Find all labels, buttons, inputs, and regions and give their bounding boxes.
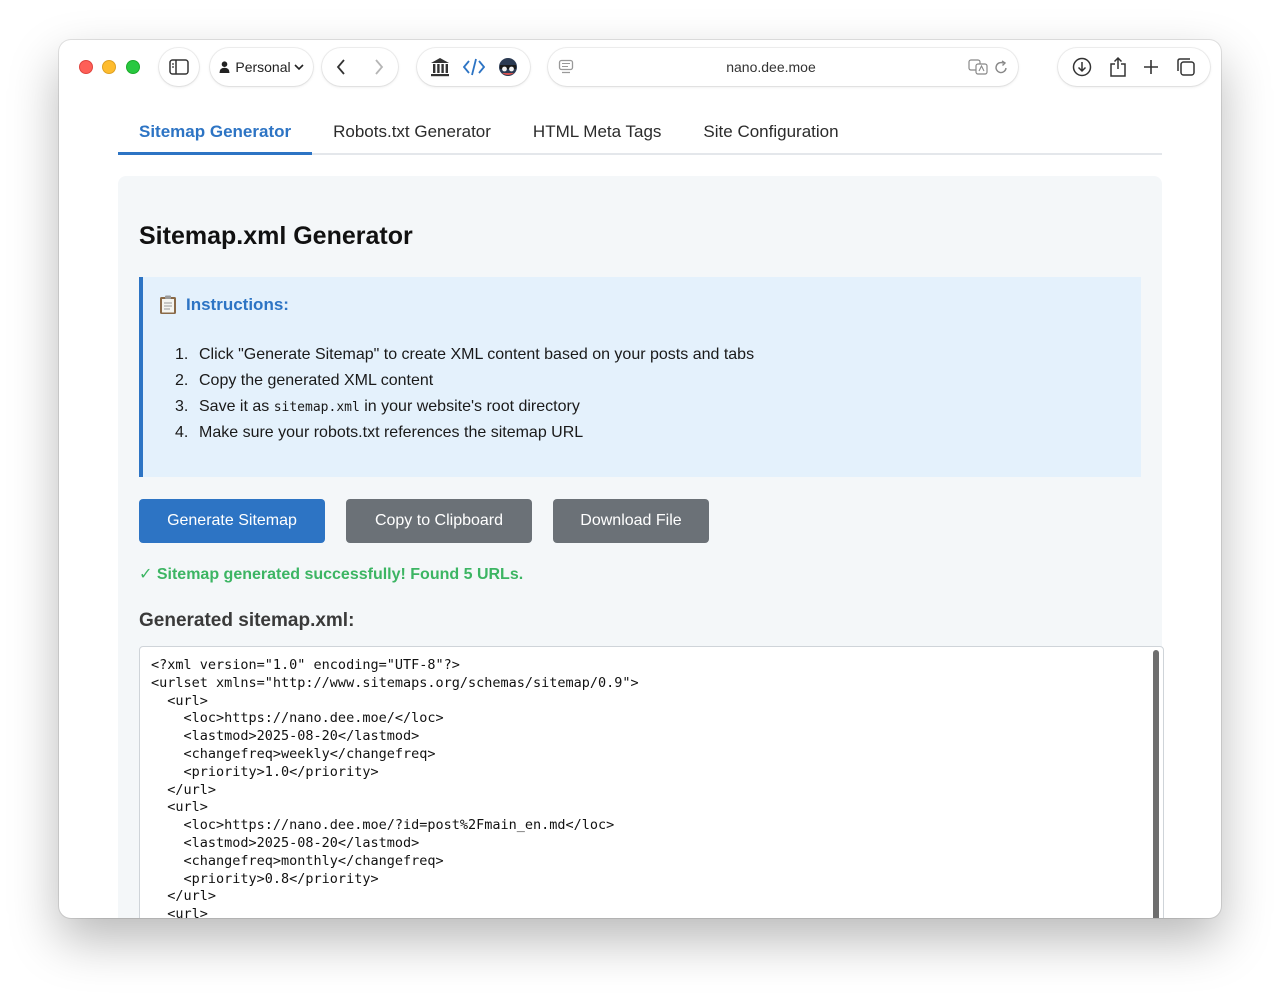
close-window-button[interactable] xyxy=(79,60,93,74)
chevron-down-icon xyxy=(294,63,304,70)
browser-toolbar: Personal nano.dee.moe xyxy=(59,40,1221,98)
tab-robots-txt-generator[interactable]: Robots.txt Generator xyxy=(312,98,512,153)
instructions-heading-text: Instructions: xyxy=(186,295,289,314)
bank-icon xyxy=(430,58,449,77)
profile-menu[interactable]: Personal xyxy=(210,48,313,86)
sidebar-toggle-button[interactable] xyxy=(159,48,199,86)
code-extension-button[interactable] xyxy=(462,58,485,76)
instructions-list: 1. Click "Generate Sitemap" to create XML… xyxy=(175,342,754,446)
instruction-item: 3. Save it as sitemap.xml in your website… xyxy=(175,398,580,415)
share-button[interactable] xyxy=(1109,56,1127,78)
mascot-icon xyxy=(498,58,517,76)
minimize-window-button[interactable] xyxy=(102,60,116,74)
mascot-extension-button[interactable] xyxy=(498,57,518,77)
sitemap-xml-content: <?xml version="1.0" encoding="UTF-8"?> <… xyxy=(151,657,639,918)
new-tab-button[interactable] xyxy=(1143,59,1159,75)
reload-icon[interactable] xyxy=(994,59,1008,75)
browser-actions-group xyxy=(1058,48,1210,86)
chevron-left-icon xyxy=(336,59,345,75)
translate-icon[interactable] xyxy=(968,59,988,75)
zoom-window-button[interactable] xyxy=(126,60,140,74)
generate-sitemap-button[interactable]: Generate Sitemap xyxy=(139,499,325,543)
bank-extension-button[interactable] xyxy=(430,57,450,77)
sitemap-filename-code: sitemap.xml xyxy=(273,400,360,415)
chevron-right-icon xyxy=(375,59,384,75)
navigation-buttons xyxy=(322,48,398,86)
output-label: Generated sitemap.xml: xyxy=(139,610,355,631)
download-file-button[interactable]: Download File xyxy=(553,499,709,543)
tab-sitemap-generator[interactable]: Sitemap Generator xyxy=(118,98,313,155)
panel-title: Sitemap.xml Generator xyxy=(139,222,413,250)
output-scrollbar[interactable] xyxy=(1153,650,1159,918)
page-menu-icon xyxy=(558,59,574,74)
url-text: nano.dee.moe xyxy=(726,59,816,75)
forward-button[interactable] xyxy=(360,59,398,75)
person-icon xyxy=(219,61,230,73)
instructions-box: Instructions: 1. Click "Generate Sitemap"… xyxy=(139,277,1141,477)
copy-to-clipboard-button[interactable]: Copy to Clipboard xyxy=(346,499,532,543)
page-content: Sitemap Generator Robots.txt Generator H… xyxy=(118,98,1164,918)
address-actions xyxy=(968,59,1008,75)
success-message: ✓ Sitemap generated successfully! Found … xyxy=(139,566,524,583)
tab-site-configuration[interactable]: Site Configuration xyxy=(682,98,859,153)
extensions-group xyxy=(417,48,530,86)
sitemap-panel: Sitemap.xml Generator Instructions: 1. Cl… xyxy=(118,176,1164,918)
profile-label: Personal xyxy=(235,59,291,75)
share-icon xyxy=(1110,56,1126,77)
plus-icon xyxy=(1144,60,1159,74)
sidebar-icon xyxy=(169,59,189,75)
instruction-item: 2. Copy the generated XML content xyxy=(175,372,434,389)
download-icon xyxy=(1073,57,1092,77)
back-button[interactable] xyxy=(322,59,360,75)
downloads-button[interactable] xyxy=(1072,57,1092,77)
instructions-heading: Instructions: xyxy=(159,295,289,315)
instruction-item: 4. Make sure your robots.txt references t… xyxy=(175,424,584,441)
tab-overview-button[interactable] xyxy=(1176,57,1196,77)
address-bar[interactable]: nano.dee.moe xyxy=(548,48,1018,86)
browser-window: Personal nano.dee.moe Sitemap Generator … xyxy=(59,40,1221,918)
code-icon xyxy=(462,58,485,76)
tabs-overview-icon xyxy=(1177,58,1195,76)
tab-bar: Sitemap Generator Robots.txt Generator H… xyxy=(118,98,1162,155)
sitemap-output-textarea[interactable]: <?xml version="1.0" encoding="UTF-8"?> <… xyxy=(139,646,1164,918)
tab-html-meta-tags[interactable]: HTML Meta Tags xyxy=(512,98,683,153)
clipboard-icon xyxy=(160,295,176,314)
instruction-item: 1. Click "Generate Sitemap" to create XML… xyxy=(175,346,755,363)
